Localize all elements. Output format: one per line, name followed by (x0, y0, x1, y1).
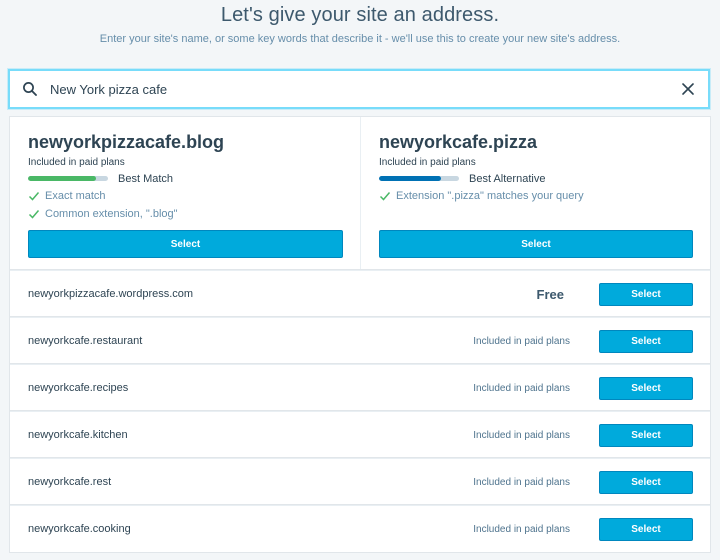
match-reason-text: Exact match (45, 190, 106, 202)
suggestion-domain-name: newyorkpizzacafe.wordpress.com (28, 288, 194, 300)
match-strength-bar (28, 176, 108, 181)
domain-search-page: Let's give your site an address. Enter y… (0, 0, 720, 560)
domain-suggestion-row: newyorkcafe.cooking Included in paid pla… (10, 505, 710, 552)
checkmark-icon (28, 190, 40, 202)
suggestion-domain-name: newyorkcafe.kitchen (28, 429, 128, 441)
suggestion-price: Included in paid plans (473, 382, 570, 394)
suggestion-domain-name: newyorkcafe.cooking (28, 523, 131, 535)
featured-domain-name: newyorkpizzacafe.blog (28, 132, 225, 152)
featured-card-best-match: newyorkpizzacafe.blog Included in paid p… (10, 117, 360, 270)
suggestion-price: Included in paid plans (473, 476, 570, 488)
select-button[interactable]: Select (599, 423, 693, 447)
domain-suggestion-row: newyorkpizzacafe.wordpress.com Free Sele… (10, 270, 710, 317)
match-reason: Extension ".pizza" matches your query (379, 187, 692, 205)
match-reason-text: Extension ".pizza" matches your query (396, 190, 584, 202)
page-title: Let's give your site an address. (220, 4, 500, 26)
select-button[interactable]: Select (599, 376, 693, 400)
match-label: Best Alternative (469, 172, 546, 185)
domain-suggestion-row: newyorkcafe.recipes Included in paid pla… (10, 364, 710, 411)
domain-search-box[interactable] (8, 69, 710, 109)
featured-suggestions: newyorkpizzacafe.blog Included in paid p… (10, 117, 710, 270)
checkmark-icon (28, 208, 40, 220)
match-reason: Exact match (28, 187, 342, 205)
suggestion-price: Included in paid plans (473, 429, 570, 441)
select-button[interactable]: Select (379, 230, 693, 258)
match-indicator: Best Alternative (379, 170, 692, 187)
match-strength-bar (379, 176, 459, 181)
select-button[interactable]: Select (28, 230, 343, 258)
select-button[interactable]: Select (599, 470, 693, 494)
domain-suggestion-row: newyorkcafe.rest Included in paid plans … (10, 458, 710, 505)
suggestion-domain-name: newyorkcafe.restaurant (28, 335, 143, 347)
featured-card-best-alternative: newyorkcafe.pizza Included in paid plans… (360, 117, 710, 270)
match-reason: Common extension, ".blog" (28, 205, 342, 223)
domain-search-input[interactable] (50, 79, 680, 99)
domain-suggestion-row: newyorkcafe.kitchen Included in paid pla… (10, 411, 710, 458)
checkmark-icon (379, 190, 391, 202)
featured-domain-name: newyorkcafe.pizza (379, 132, 538, 152)
suggestion-price: Free (536, 286, 564, 302)
select-button[interactable]: Select (599, 517, 693, 541)
suggestion-price: Included in paid plans (473, 523, 570, 535)
suggestion-domain-name: newyorkcafe.rest (28, 476, 112, 488)
match-label: Best Match (118, 172, 174, 185)
suggestion-price: Included in paid plans (473, 335, 570, 347)
search-icon (22, 81, 38, 97)
featured-plan-note: Included in paid plans (379, 157, 476, 168)
domain-suggestion-list: newyorkpizzacafe.wordpress.com Free Sele… (10, 270, 710, 552)
match-indicator: Best Match (28, 170, 342, 187)
suggestion-domain-name: newyorkcafe.recipes (28, 382, 129, 394)
match-strength-fill (28, 176, 96, 181)
close-icon[interactable] (680, 81, 696, 97)
select-button[interactable]: Select (599, 329, 693, 353)
domain-suggestion-row: newyorkcafe.restaurant Included in paid … (10, 317, 710, 364)
page-subtitle: Enter your site's name, or some key word… (99, 33, 621, 45)
select-button[interactable]: Select (599, 282, 693, 306)
featured-plan-note: Included in paid plans (28, 157, 125, 168)
match-strength-fill (379, 176, 442, 181)
match-reason-text: Common extension, ".blog" (45, 208, 178, 220)
